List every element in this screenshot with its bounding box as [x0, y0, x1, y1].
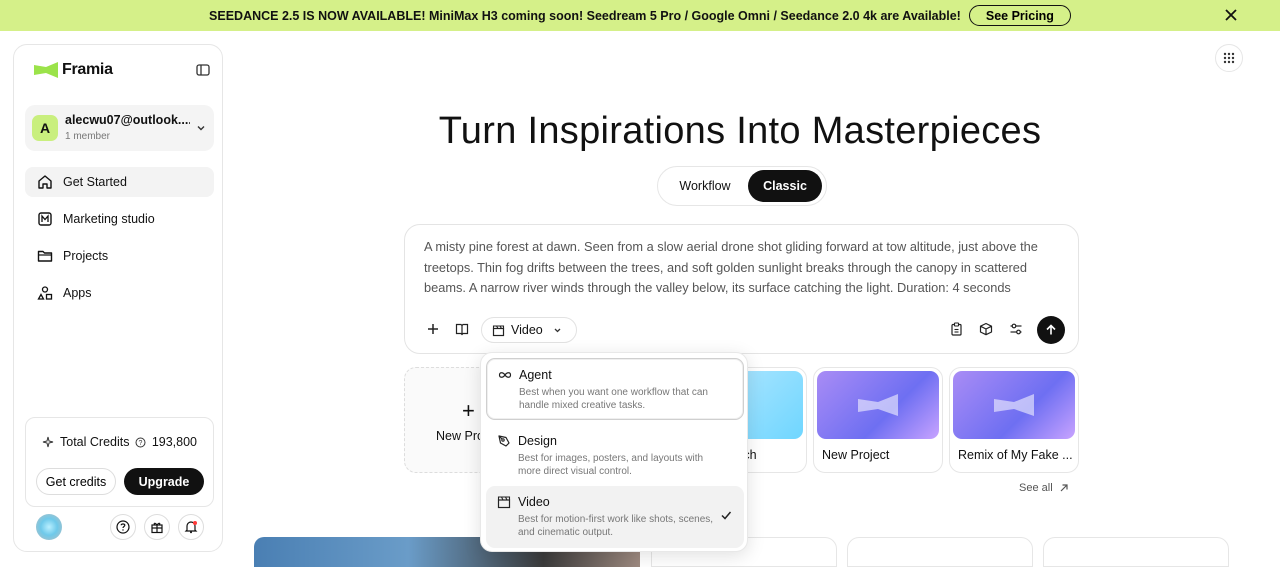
help-button[interactable] — [110, 514, 136, 540]
sliders-icon — [1010, 323, 1022, 335]
banner-message: SEEDANCE 2.5 IS NOW AVAILABLE! MiniMax H… — [209, 8, 961, 23]
feature-card[interactable] — [1043, 537, 1229, 567]
sidebar-item-apps[interactable]: Apps — [25, 278, 214, 308]
sidebar-item-label: Marketing studio — [63, 212, 155, 226]
feature-card[interactable] — [847, 537, 1033, 567]
credits-panel: Total Credits ? 193,800 Get credits Upgr… — [25, 417, 214, 507]
mode-option-desc: Best when you want one workflow that can… — [519, 387, 708, 411]
sidebar-toggle-icon[interactable] — [196, 63, 210, 77]
pen-tool-icon — [498, 435, 510, 447]
sidebar-nav: Get Started Marketing studio Projects Ap… — [25, 167, 214, 315]
settings-button[interactable] — [1007, 320, 1025, 338]
plus-icon — [428, 324, 438, 334]
cube-icon — [979, 322, 993, 336]
book-icon — [455, 323, 469, 336]
upgrade-button[interactable]: Upgrade — [124, 468, 204, 495]
credits-label: Total Credits ? — [42, 435, 146, 449]
credits-label-text: Total Credits — [60, 435, 130, 449]
close-icon[interactable] — [1222, 6, 1240, 24]
project-card[interactable]: Remix of My Fake ... — [949, 367, 1079, 473]
mode-option-title: Agent — [519, 368, 552, 382]
mode-option-desc: Best for images, posters, and layouts wi… — [518, 453, 704, 477]
assistant-orb-icon[interactable] — [36, 514, 62, 540]
framia-logo-icon — [34, 62, 58, 78]
check-icon — [721, 511, 732, 520]
chevron-down-icon — [554, 328, 561, 332]
credits-value: 193,800 — [151, 435, 197, 449]
project-thumbnail — [953, 371, 1075, 439]
project-thumbnail — [817, 371, 939, 439]
account-email: alecwu07@outlook.... — [65, 113, 190, 127]
get-credits-button[interactable]: Get credits — [36, 468, 116, 495]
sidebar-item-label: Apps — [63, 286, 92, 300]
library-button[interactable] — [453, 320, 471, 338]
announcement-banner: SEEDANCE 2.5 IS NOW AVAILABLE! MiniMax H… — [0, 0, 1280, 31]
sidebar-item-label: Projects — [63, 249, 109, 263]
new-project-label: New Pro — [436, 429, 484, 443]
send-button[interactable] — [1037, 316, 1065, 344]
prompt-input[interactable]: A misty pine forest at dawn. Seen from a… — [424, 237, 1064, 299]
plus-icon: + — [462, 398, 475, 423]
mode-option-video[interactable]: Video Best for motion-first work like sh… — [486, 486, 744, 548]
chevron-down-icon — [197, 126, 205, 131]
clipboard-icon — [950, 322, 962, 336]
page-title: Turn Inspirations Into Masterpieces — [438, 110, 1042, 152]
sidebar-item-label: Get Started — [63, 175, 127, 189]
framia-logo-icon — [994, 394, 1034, 416]
framia-logo-icon — [858, 394, 898, 416]
arrow-up-icon — [1046, 324, 1056, 335]
mode-option-design[interactable]: Design Best for images, posters, and lay… — [486, 425, 744, 487]
gift-button[interactable] — [144, 514, 170, 540]
model-button[interactable] — [977, 320, 995, 338]
infinity-icon — [498, 372, 512, 378]
help-circle-icon — [116, 520, 130, 534]
sparkle-icon — [42, 436, 54, 448]
clipboard-button[interactable] — [947, 320, 965, 338]
svg-text:?: ? — [139, 440, 143, 447]
add-button[interactable] — [424, 320, 442, 338]
project-card-label: Remix of My Fake ... — [958, 448, 1073, 462]
folder-icon — [37, 250, 53, 262]
avatar: A — [32, 115, 58, 141]
account-switcher[interactable]: A alecwu07@outlook.... 1 member — [25, 105, 214, 151]
see-pricing-button[interactable]: See Pricing — [968, 5, 1071, 26]
tab-classic[interactable]: Classic — [748, 170, 822, 202]
see-all-link[interactable]: See all — [1019, 482, 1069, 494]
bell-icon — [184, 521, 198, 534]
home-icon — [38, 175, 52, 189]
apps-icon — [37, 286, 53, 300]
brand-logo[interactable]: Framia — [34, 61, 113, 79]
sidebar: Framia A alecwu07@outlook.... 1 member G… — [13, 44, 223, 552]
grid-icon — [1223, 52, 1235, 64]
project-card-label: New Project — [822, 448, 890, 462]
see-all-label: See all — [1019, 482, 1053, 494]
sidebar-item-marketing-studio[interactable]: Marketing studio — [25, 204, 214, 234]
mode-option-title: Design — [518, 434, 557, 448]
tab-workflow[interactable]: Workflow — [665, 170, 745, 202]
mode-option-title: Video — [518, 495, 550, 509]
mode-toggle: Workflow Classic — [657, 166, 827, 206]
mode-select-value: Video — [511, 323, 543, 337]
mode-option-desc: Best for motion-first work like shots, s… — [518, 514, 714, 538]
mode-dropdown: Agent Best when you want one workflow th… — [480, 352, 748, 552]
account-members: 1 member — [65, 131, 111, 142]
mode-option-agent[interactable]: Agent Best when you want one workflow th… — [486, 358, 744, 420]
project-card[interactable]: New Project — [813, 367, 943, 473]
clapperboard-icon — [497, 496, 511, 509]
mode-select[interactable]: Video — [481, 317, 577, 343]
gift-icon — [151, 522, 163, 534]
notifications-button[interactable] — [178, 514, 204, 540]
m-box-icon — [38, 212, 52, 226]
sidebar-item-get-started[interactable]: Get Started — [25, 167, 214, 197]
sidebar-item-projects[interactable]: Projects — [25, 241, 214, 271]
brand-name: Framia — [62, 61, 113, 78]
clapperboard-icon — [492, 324, 505, 336]
prompt-box[interactable]: A misty pine forest at dawn. Seen from a… — [404, 224, 1079, 354]
help-icon[interactable]: ? — [135, 437, 146, 448]
arrow-up-right-icon — [1060, 484, 1068, 492]
apps-grid-button[interactable] — [1215, 44, 1243, 72]
